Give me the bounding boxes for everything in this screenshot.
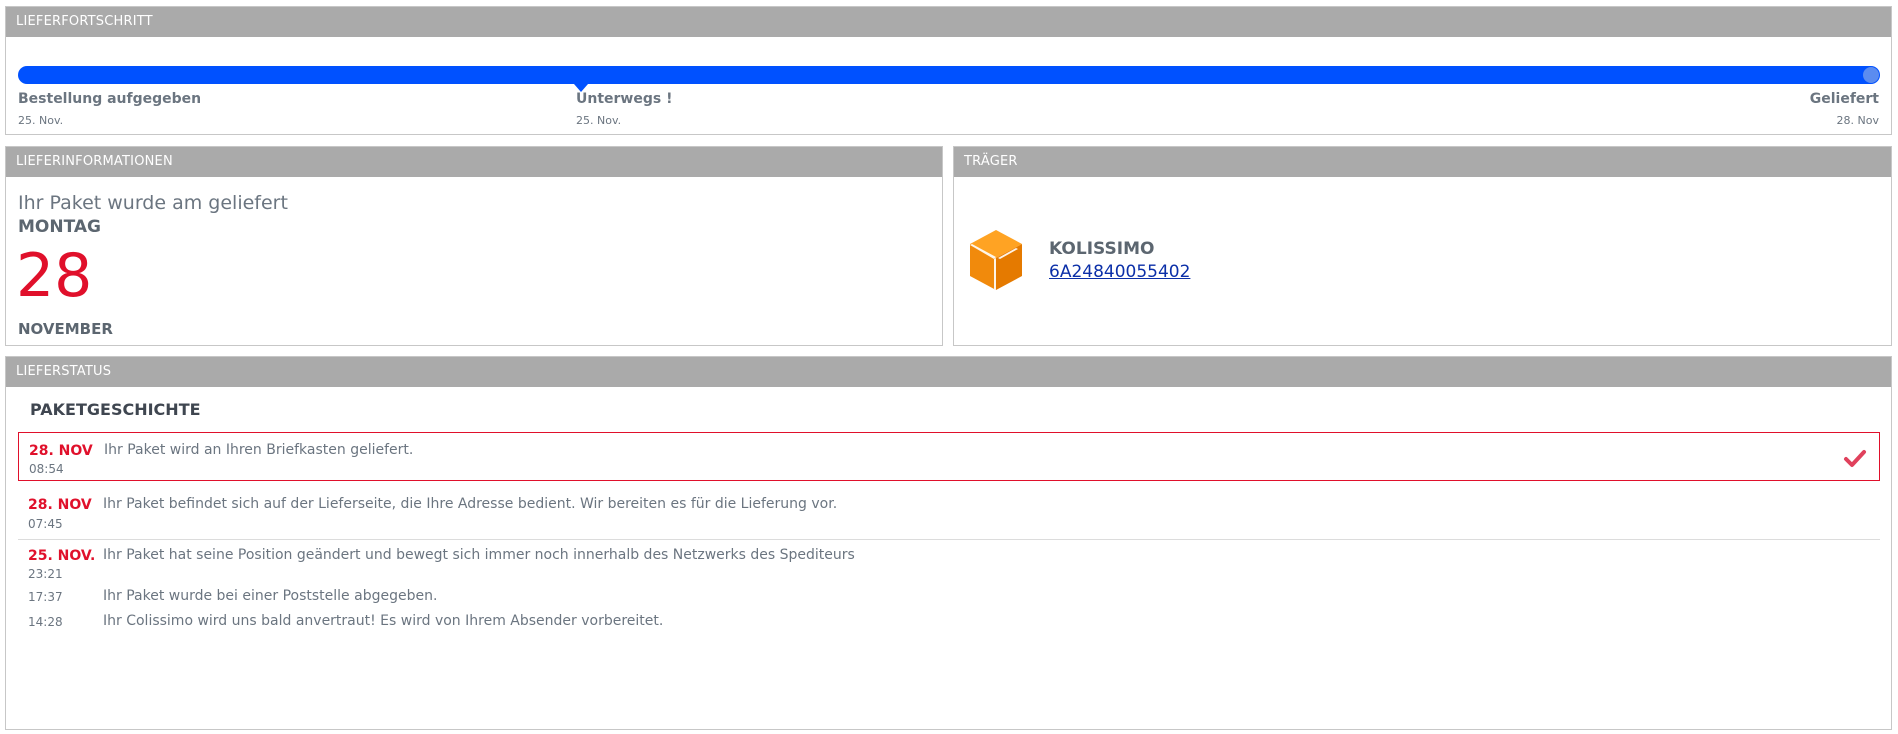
event-date: 28. NOV [28, 497, 92, 513]
delivered-message: Ihr Paket wurde am geliefert [18, 192, 288, 214]
event-text: Ihr Paket befindet sich auf der Lieferse… [103, 496, 838, 512]
carrier-panel: TRÄGER KOLISSIMO 6A24840055402 [953, 146, 1892, 346]
history-event-active: 28. NOV 08:54 Ihr Paket wird an Ihren Br… [18, 432, 1880, 481]
progress-bar [18, 66, 1880, 84]
package-history-title: PAKETGESCHICHTE [30, 400, 201, 419]
event-time: 23:21 [28, 567, 63, 581]
step-in-transit-date: 25. Nov. [576, 114, 622, 127]
event-time: 14:28 [28, 615, 63, 629]
checkmark-icon [1844, 450, 1866, 467]
delivery-day-number: 28 [16, 241, 93, 311]
event-text: Ihr Paket wird an Ihren Briefkasten geli… [104, 442, 414, 458]
history-event: 25. NOV. 23:21 Ihr Paket hat seine Posit… [18, 543, 1880, 583]
delivery-status-panel: LIEFERSTATUS PAKETGESCHICHTE 28. NOV 08:… [5, 356, 1892, 730]
panel-header: LIEFERINFORMATIONEN [6, 147, 942, 177]
step-ordered-date: 25. Nov. [18, 114, 64, 127]
history-divider [18, 539, 1880, 540]
history-event: 28. NOV 07:45 Ihr Paket befindet sich au… [18, 487, 1880, 535]
step-delivered-date: 28. Nov [1836, 114, 1879, 127]
event-time: 08:54 [29, 462, 64, 476]
event-time: 17:37 [28, 590, 63, 604]
event-time: 07:45 [28, 517, 63, 531]
delivery-month: NOVEMBER [18, 320, 113, 338]
delivery-progress-panel: LIEFERFORTSCHRITT Bestellung aufgegeben … [5, 6, 1892, 135]
event-date: 25. NOV. [28, 548, 96, 564]
event-date: 28. NOV [29, 443, 93, 459]
step-delivered-title: Geliefert [1809, 91, 1879, 107]
event-text: Ihr Paket hat seine Position geändert un… [103, 547, 855, 563]
event-text: Ihr Paket wurde bei einer Poststelle abg… [103, 588, 438, 604]
history-event: 17:37 Ihr Paket wurde bei einer Poststel… [18, 583, 1880, 609]
history-event: 14:28 Ihr Colissimo wird uns bald anvert… [18, 609, 1880, 635]
carrier-name: KOLISSIMO [1049, 239, 1155, 259]
panel-header: LIEFERSTATUS [6, 357, 1891, 387]
panel-header: TRÄGER [954, 147, 1891, 177]
event-text: Ihr Colissimo wird uns bald anvertraut! … [103, 613, 664, 629]
step-ordered-title: Bestellung aufgegeben [18, 91, 202, 107]
package-box-icon [970, 230, 1022, 290]
tracking-number-link[interactable]: 6A24840055402 [1049, 262, 1190, 282]
delivery-info-panel: LIEFERINFORMATIONEN Ihr Paket wurde am g… [5, 146, 943, 346]
panel-header: LIEFERFORTSCHRITT [6, 7, 1891, 37]
delivery-weekday: MONTAG [18, 217, 101, 237]
progress-end-dot [1863, 67, 1879, 83]
step-in-transit-title: Unterwegs ! [576, 91, 673, 107]
